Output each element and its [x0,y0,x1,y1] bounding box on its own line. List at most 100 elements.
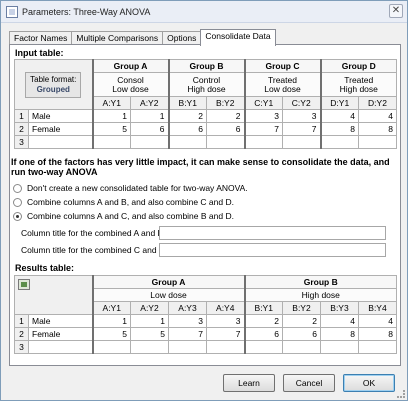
data-cell: 2 [243,314,283,328]
cancel-button[interactable]: Cancel [283,374,335,392]
data-cell[interactable] [358,135,397,149]
data-cell [91,340,131,354]
ok-button[interactable]: OK [343,374,395,392]
tab-multiple-comparisons[interactable]: Multiple Comparisons [71,31,164,45]
column-header: B:Y2 [206,96,245,110]
group-header: Group B [243,275,397,289]
table-format-value: Grouped [36,84,70,94]
data-cell[interactable]: 7 [243,122,283,136]
combined-cd-title-input[interactable] [159,243,386,257]
data-cell[interactable]: 1 [130,109,169,123]
column-header: A:Y3 [168,301,207,315]
resize-grip[interactable] [397,390,405,398]
group-subtitle: Low dose [91,288,245,302]
column-header: A:Y1 [91,96,131,110]
group-header: Group C [243,59,321,73]
data-cell [282,340,321,354]
tab-strip: Factor Names Multiple Comparisons Option… [9,29,276,46]
group-subtitle-line2: Low dose [264,83,301,94]
parameters-dialog: Parameters: Three-Way ANOVA ✕ Factor Nam… [0,0,408,401]
row-number: 3 [14,135,29,149]
close-icon[interactable]: ✕ [389,4,403,18]
data-cell[interactable]: 8 [319,122,359,136]
row-number: 2 [14,122,29,136]
data-cell [243,340,283,354]
option-no-consolidate[interactable]: Don't create a new consolidated table fo… [13,183,248,193]
data-cell: 7 [206,327,245,341]
column-header: A:Y1 [91,301,131,315]
column-header: B:Y1 [243,301,283,315]
option-combine-ac-bd[interactable]: Combine columns A and C, and also combin… [13,211,234,221]
radio-button[interactable] [13,183,22,193]
data-cell[interactable]: 4 [319,109,359,123]
table-row: 2 Female 5 5 7 7 6 6 8 8 [14,327,397,341]
data-cell[interactable] [243,135,283,149]
data-cell[interactable]: 2 [167,109,207,123]
combined-ab-title-input[interactable] [159,226,386,240]
learn-button[interactable]: Learn [223,374,275,392]
table-format-cell[interactable]: Table format: Grouped [14,59,93,110]
column-header: C:Y2 [282,96,321,110]
table-format-box[interactable]: Table format: Grouped [25,71,82,98]
data-cell[interactable]: 3 [243,109,283,123]
data-cell: 4 [320,314,359,328]
column-header: B:Y4 [358,301,397,315]
data-cell[interactable] [319,135,359,149]
row-number: 3 [14,340,29,354]
row-label[interactable] [28,135,93,149]
consolidate-question: If one of the factors has very little im… [11,157,390,177]
table-icon[interactable] [18,279,30,291]
option-combine-ab-cd[interactable]: Combine columns A and B, and also combin… [13,197,234,207]
data-cell[interactable]: 7 [282,122,321,136]
group-header: Group A [91,275,245,289]
data-cell[interactable] [130,135,169,149]
data-cell [168,340,207,354]
row-label [28,340,93,354]
column-header: D:Y2 [358,96,397,110]
radio-button[interactable] [13,197,22,207]
data-cell[interactable] [282,135,321,149]
data-cell [206,340,245,354]
row-label[interactable]: Female [28,122,93,136]
column-header: A:Y2 [130,96,169,110]
data-cell[interactable] [206,135,245,149]
option-label: Combine columns A and B, and also combin… [27,197,234,207]
data-cell: 8 [320,327,359,341]
column-header: C:Y1 [243,96,283,110]
column-header: B:Y2 [282,301,321,315]
results-table-heading: Results table: [15,263,75,273]
data-cell: 3 [168,314,207,328]
data-cell[interactable]: 2 [206,109,245,123]
data-cell: 6 [282,327,321,341]
group-subtitle: High dose [243,288,397,302]
data-cell[interactable]: 3 [282,109,321,123]
tab-consolidate-data[interactable]: Consolidate Data [200,29,276,46]
data-cell[interactable]: 1 [91,109,131,123]
data-cell[interactable]: 6 [130,122,169,136]
data-cell[interactable]: 6 [206,122,245,136]
tab-options[interactable]: Options [162,31,202,45]
data-cell[interactable]: 6 [167,122,207,136]
window-title: Parameters: Three-Way ANOVA [22,6,151,17]
column-header: B:Y3 [320,301,359,315]
group-subtitle: Treated Low dose [243,72,321,97]
data-cell[interactable] [91,135,131,149]
group-subtitle-line2: High dose [187,83,226,94]
group-header: Group D [319,59,397,73]
title-bar: Parameters: Three-Way ANOVA ✕ [1,1,407,23]
data-cell: 7 [168,327,207,341]
row-label: Male [28,314,93,328]
row-label[interactable]: Male [28,109,93,123]
data-cell [358,340,397,354]
radio-button-selected[interactable] [13,211,22,221]
data-cell: 1 [91,314,131,328]
tab-factor-names[interactable]: Factor Names [9,31,73,45]
data-cell[interactable]: 5 [91,122,131,136]
data-cell[interactable]: 4 [358,109,397,123]
data-cell[interactable] [167,135,207,149]
table-row: 2 Female 5 6 6 6 7 7 8 8 [14,122,397,136]
data-cell [130,340,169,354]
table-row: 3 [14,340,397,354]
data-cell[interactable]: 8 [358,122,397,136]
group-subtitle: Consol Low dose [91,72,169,97]
